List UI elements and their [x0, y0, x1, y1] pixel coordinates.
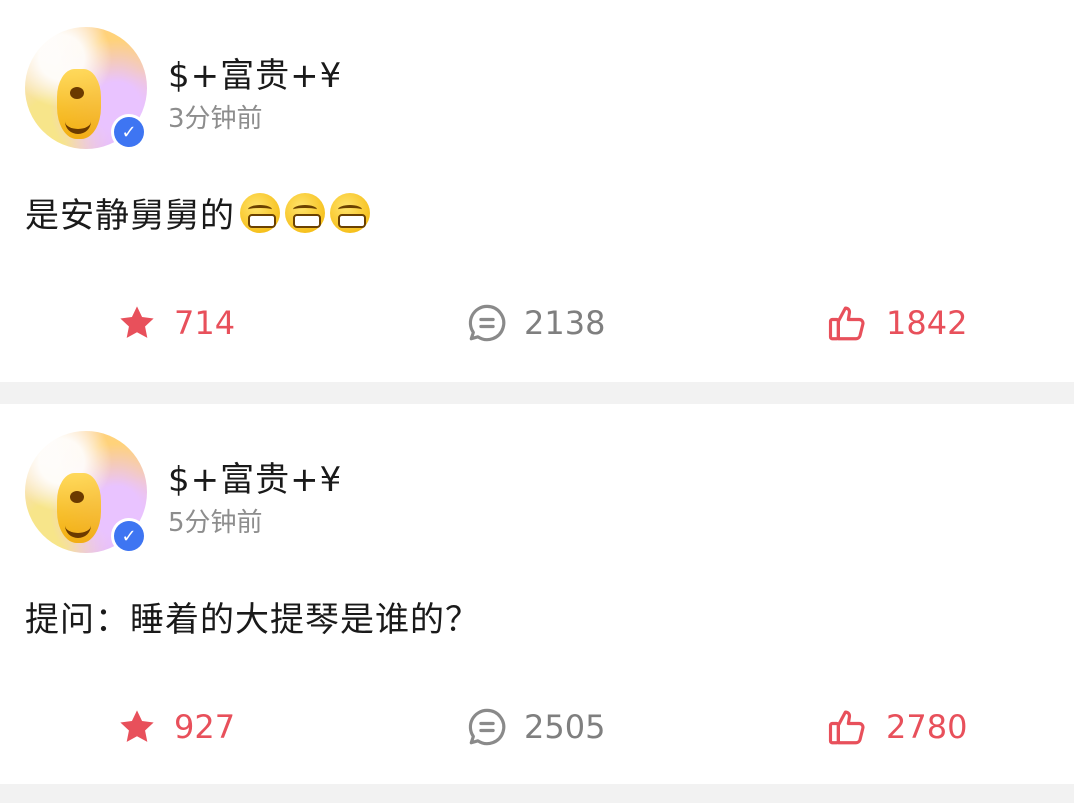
post-text[interactable]: 是安静舅舅的	[25, 188, 370, 237]
comment-count: 2505	[524, 708, 606, 746]
comment-bubble-icon	[468, 304, 506, 342]
post-text[interactable]: 提问：睡着的大提琴是谁的？	[25, 592, 480, 641]
post-card[interactable]: ✓ $+富贵+¥ 3分钟前 是安静舅舅的 714 2138 1842	[0, 0, 1074, 382]
favorite-count: 927	[174, 708, 236, 746]
avatar-smile-shape	[65, 109, 91, 134]
grinning-emoji-icon	[240, 192, 280, 233]
verified-v-icon: ✓	[114, 521, 144, 551]
username[interactable]: $+富贵+¥	[168, 48, 342, 97]
comment-bubble-icon	[468, 708, 506, 746]
post-feed: ✓ $+富贵+¥ 3分钟前 是安静舅舅的 714 2138 1842 ✓ $+富…	[0, 0, 1074, 784]
like-button[interactable]: 1842	[826, 300, 967, 346]
like-count: 2780	[886, 708, 968, 746]
verified-badge-icon: ✓	[111, 114, 147, 150]
post-card[interactable]: ✓ $+富贵+¥ 5分钟前 提问：睡着的大提琴是谁的？ 927 2505 278…	[0, 404, 1074, 784]
post-actions-bar: 927 2505 2780	[0, 704, 1074, 750]
comment-button[interactable]: 2505	[466, 704, 605, 750]
verified-badge-icon: ✓	[111, 518, 147, 554]
favorite-button[interactable]: 927	[116, 704, 235, 750]
comment-count: 2138	[524, 304, 606, 342]
grinning-emoji-icon	[285, 192, 325, 233]
star-icon	[120, 306, 154, 338]
star-icon	[120, 710, 154, 742]
thumbs-up-icon	[828, 306, 865, 341]
thumbs-up-icon	[828, 710, 865, 745]
avatar-eye-shape	[70, 87, 84, 99]
grinning-emoji-icon	[330, 192, 370, 233]
post-actions-bar: 714 2138 1842	[0, 300, 1074, 346]
post-text-content: 提问：睡着的大提琴是谁的？	[25, 600, 480, 640]
avatar-smile-shape	[65, 513, 91, 538]
like-button[interactable]: 2780	[826, 704, 967, 750]
username[interactable]: $+富贵+¥	[168, 452, 342, 501]
verified-v-icon: ✓	[114, 117, 144, 147]
favorite-button[interactable]: 714	[116, 300, 235, 346]
post-time: 5分钟前	[168, 508, 263, 538]
comment-button[interactable]: 2138	[466, 300, 605, 346]
avatar-eye-shape	[70, 491, 84, 503]
post-text-content: 是安静舅舅的	[25, 196, 235, 236]
post-time: 3分钟前	[168, 104, 263, 134]
favorite-count: 714	[174, 304, 236, 342]
like-count: 1842	[886, 304, 968, 342]
